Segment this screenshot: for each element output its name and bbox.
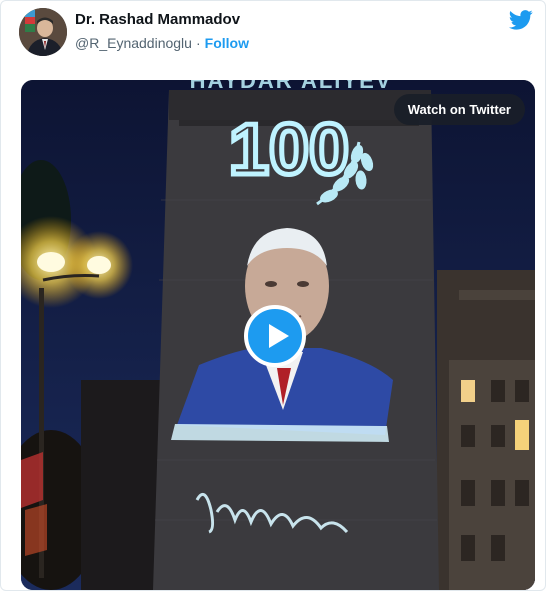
projection-top-text: HAYDAR ALIYEV bbox=[190, 80, 393, 93]
follow-link[interactable]: Follow bbox=[205, 35, 249, 51]
play-button[interactable] bbox=[244, 305, 306, 367]
author-name[interactable]: Dr. Rashad Mammadov bbox=[75, 11, 240, 28]
author-handle-row: @R_Eynaddinoglu · Follow bbox=[75, 35, 249, 51]
watch-on-twitter-button[interactable]: Watch on Twitter bbox=[393, 94, 525, 125]
author-avatar[interactable] bbox=[19, 8, 67, 56]
tweet-header: Dr. Rashad Mammadov @R_Eynaddinoglu · Foll… bbox=[1, 1, 545, 71]
projection-number: 100 bbox=[229, 110, 349, 190]
play-icon bbox=[269, 324, 289, 348]
video-media[interactable]: HAYDAR ALIYEV 100 Watch on Twitter bbox=[21, 80, 535, 590]
avatar-image bbox=[19, 8, 67, 56]
twitter-bird-icon[interactable] bbox=[509, 10, 533, 30]
separator-dot: · bbox=[195, 35, 201, 51]
embedded-tweet-card: Dr. Rashad Mammadov @R_Eynaddinoglu · Foll… bbox=[0, 0, 546, 591]
author-handle[interactable]: @R_Eynaddinoglu bbox=[75, 35, 192, 51]
